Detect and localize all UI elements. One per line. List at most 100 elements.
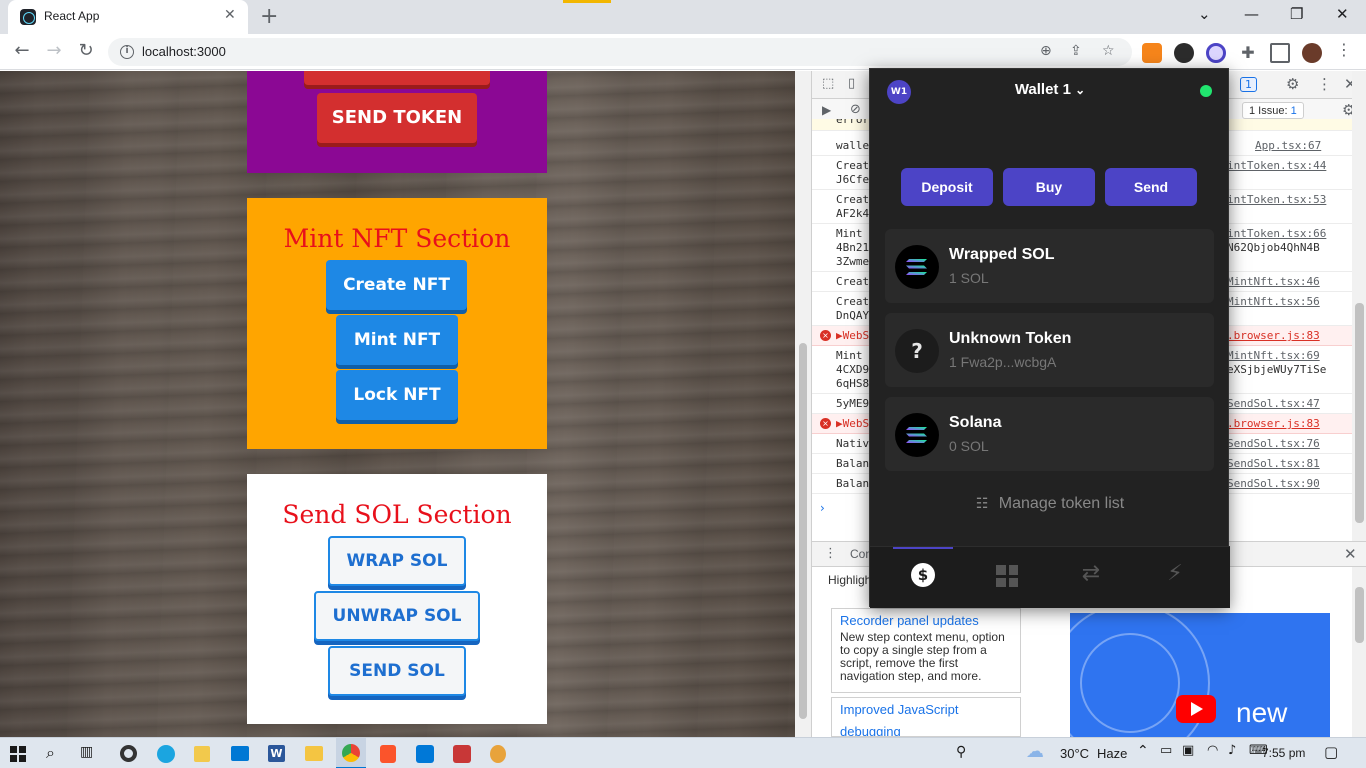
console-source-link[interactable]: .browser.js:83 — [1227, 329, 1320, 342]
bookmark-star-icon[interactable]: ☆ — [1102, 43, 1115, 59]
chevron-up-icon[interactable]: ⌃ — [1137, 743, 1149, 759]
console-prompt[interactable]: › — [820, 501, 825, 515]
wifi-icon[interactable]: ◠ — [1207, 743, 1218, 758]
weather-temp[interactable]: 30°C — [1060, 746, 1089, 761]
send-token-button[interactable]: SEND TOKEN — [317, 93, 477, 143]
console-source-link[interactable]: intToken.tsx:44 — [1227, 159, 1326, 172]
console-source-link[interactable]: intToken.tsx:66 — [1227, 227, 1326, 240]
word-app-icon[interactable]: W — [268, 745, 285, 762]
extension-icon[interactable] — [1174, 43, 1194, 63]
inspect-icon[interactable]: ⬚ — [822, 76, 834, 91]
app-icon-2[interactable] — [490, 745, 506, 763]
browser-tab[interactable]: React App ✕ — [8, 0, 248, 34]
whats-new-card[interactable]: Recorder panel updates New step context … — [831, 608, 1021, 693]
volume-icon[interactable]: ♪ — [1228, 743, 1236, 758]
whats-new-video-thumbnail[interactable]: new — [1070, 613, 1330, 737]
console-source-link[interactable]: SendSol.tsx:47 — [1227, 397, 1320, 410]
weather-desc[interactable]: Haze — [1097, 746, 1127, 761]
partial-red-button[interactable] — [304, 71, 490, 85]
task-view-icon[interactable]: ▥ — [80, 744, 93, 760]
file-explorer-icon[interactable] — [305, 746, 323, 761]
browser-menu-icon[interactable]: ⋮ — [1336, 40, 1352, 59]
wrap-sol-button[interactable]: WRAP SOL — [328, 536, 466, 586]
forward-icon[interactable]: → — [42, 40, 66, 61]
share-icon[interactable]: ⇪ — [1070, 43, 1082, 59]
tab-search-icon[interactable]: ⌄ — [1198, 5, 1211, 23]
token-row-wrapped-sol[interactable]: Wrapped SOL 1 SOL — [885, 229, 1214, 303]
send-sol-button[interactable]: SEND SOL — [328, 646, 466, 696]
issues-badge[interactable]: 1 — [1240, 77, 1257, 92]
profile-avatar[interactable] — [1302, 43, 1322, 63]
drawer-scrollbar-thumb[interactable] — [1355, 587, 1364, 643]
tab-close-icon[interactable]: ✕ — [224, 7, 236, 23]
side-panel-icon[interactable] — [1270, 43, 1290, 63]
app-icon[interactable] — [453, 745, 471, 763]
obs-app-icon[interactable] — [120, 745, 137, 762]
create-nft-button[interactable]: Create NFT — [326, 260, 467, 310]
notifications-icon[interactable]: ▢ — [1324, 743, 1338, 761]
drawer-menu-icon[interactable]: ⋮ — [824, 546, 837, 561]
clear-console-icon[interactable]: ⊘ — [850, 102, 861, 117]
console-source-link[interactable]: MintNft.tsx:56 — [1227, 295, 1320, 308]
search-icon[interactable]: ⌕ — [46, 743, 55, 763]
people-icon[interactable]: ⚲ — [956, 744, 966, 760]
console-source-link[interactable]: SendSol.tsx:81 — [1227, 457, 1320, 470]
page-scrollbar-thumb[interactable] — [799, 343, 807, 719]
issues-counter[interactable]: 1 Issue: 1 — [1242, 102, 1304, 119]
grid-icon[interactable] — [987, 561, 1027, 593]
back-icon[interactable]: ← — [10, 40, 34, 61]
restore-button[interactable]: ❐ — [1290, 5, 1303, 23]
console-source-link[interactable]: intToken.tsx:53 — [1227, 193, 1326, 206]
console-source-link[interactable]: .browser.js:83 — [1227, 417, 1320, 430]
page-scrollbar[interactable] — [795, 71, 811, 737]
metamask-extension-icon[interactable] — [1142, 43, 1162, 63]
manage-token-list-button[interactable]: ☷ Manage token list — [870, 495, 1230, 513]
edge-app-icon[interactable] — [157, 745, 175, 763]
brave-app-icon[interactable] — [380, 745, 396, 763]
vscode-app-icon[interactable] — [416, 745, 434, 763]
drawer-close-icon[interactable]: ✕ — [1344, 545, 1357, 563]
phantom-extension-icon[interactable] — [1206, 43, 1226, 63]
buy-button[interactable]: Buy — [1003, 168, 1095, 206]
address-bar[interactable]: i localhost:3000 ⊕ ⇪ ☆ — [108, 38, 1132, 66]
console-scrollbar-thumb[interactable] — [1355, 303, 1364, 523]
update2-title[interactable]: Improved JavaScript — [840, 702, 1012, 717]
console-source-link[interactable]: SendSol.tsx:76 — [1227, 437, 1320, 450]
new-tab-button[interactable]: + — [260, 4, 278, 29]
sidebar-toggle-icon[interactable]: ▶ — [822, 103, 831, 117]
close-window-button[interactable]: ✕ — [1336, 5, 1349, 23]
console-source-link[interactable]: MintNft.tsx:69 — [1227, 349, 1320, 362]
dollar-icon[interactable]: $ — [903, 561, 943, 593]
clock[interactable]: 7:55 pm — [1262, 746, 1305, 760]
console-source-link[interactable]: SendSol.tsx:90 — [1227, 477, 1320, 490]
minimize-button[interactable]: — — [1244, 5, 1259, 23]
devtools-menu-icon[interactable]: ⋮ — [1317, 75, 1332, 93]
store-app-icon[interactable] — [194, 746, 210, 762]
console-source-link[interactable]: App.tsx:67 — [1255, 139, 1321, 152]
deposit-button[interactable]: Deposit — [901, 168, 993, 206]
zoom-icon[interactable]: ⊕ — [1040, 43, 1052, 59]
unwrap-sol-button[interactable]: UNWRAP SOL — [314, 591, 480, 641]
send-button[interactable]: Send — [1105, 168, 1197, 206]
mail-app-icon[interactable] — [231, 746, 249, 761]
token-row-solana[interactable]: Solana 0 SOL — [885, 397, 1214, 471]
swap-icon[interactable]: ⇄ — [1071, 561, 1111, 593]
console-source-link[interactable]: MintNft.tsx:46 — [1227, 275, 1320, 288]
token-row-unknown[interactable]: ? Unknown Token 1 Fwa2p...wcbgA — [885, 313, 1214, 387]
mint-nft-button[interactable]: Mint NFT — [336, 315, 458, 365]
lock-nft-button[interactable]: Lock NFT — [336, 370, 458, 420]
update2-title-line2[interactable]: debugging — [840, 724, 1012, 736]
reload-icon[interactable]: ↻ — [74, 40, 98, 61]
update-title[interactable]: Recorder panel updates — [840, 613, 1012, 628]
site-info-icon[interactable]: i — [120, 45, 134, 59]
youtube-play-icon[interactable] — [1176, 695, 1216, 723]
wallet-selector[interactable]: Wallet 1 ⌄ — [870, 81, 1230, 98]
camera-icon[interactable]: ▣ — [1182, 743, 1194, 758]
whats-new-card-2[interactable]: Improved JavaScript debugging — [831, 697, 1021, 737]
device-toggle-icon[interactable]: ▯ — [848, 76, 855, 91]
url-text[interactable]: localhost:3000 — [142, 44, 226, 59]
chrome-app-tab[interactable] — [336, 738, 366, 768]
bolt-icon[interactable]: ⚡ — [1155, 561, 1195, 593]
battery-icon[interactable]: ▭ — [1160, 743, 1172, 758]
devtools-settings-icon[interactable]: ⚙ — [1286, 75, 1299, 93]
